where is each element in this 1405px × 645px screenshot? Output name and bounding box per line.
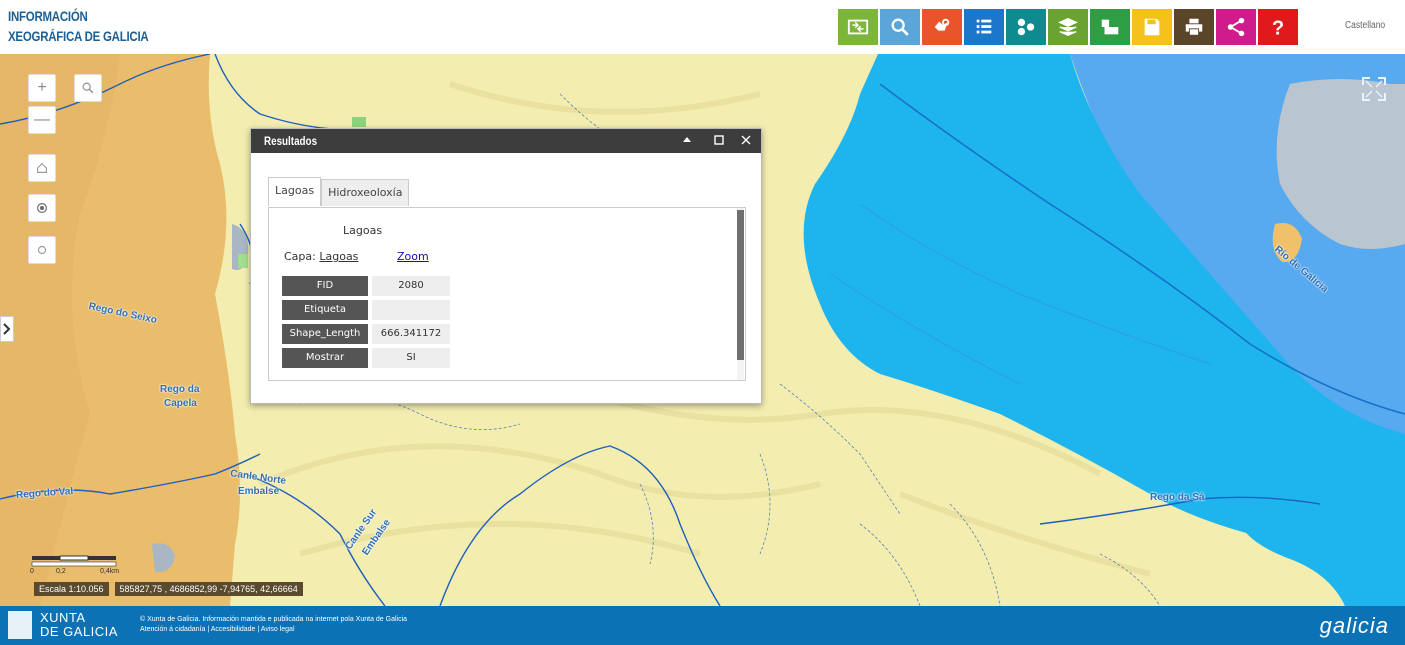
- search-button[interactable]: [880, 9, 920, 45]
- scale-info: Escala 1:10.056 585827,75 , 4686852,99 -…: [34, 582, 303, 596]
- attribute-value: 666.341172: [372, 324, 450, 344]
- footer-info-line1: © Xunta de Galicia. Información mantida …: [140, 616, 408, 623]
- scale-text: Escala 1:10.056: [34, 582, 109, 596]
- svg-text:?: ?: [1272, 17, 1284, 38]
- share-button[interactable]: [1216, 9, 1256, 45]
- capa-link[interactable]: Lagoas: [319, 250, 358, 263]
- map-label-rego-sa: Rego da Sá: [1150, 492, 1205, 503]
- zoom-box-button[interactable]: [74, 74, 102, 102]
- zoom-out-button[interactable]: —: [28, 106, 56, 134]
- zoom-link[interactable]: Zoom: [397, 250, 429, 263]
- magnifier-icon: [82, 82, 94, 94]
- layer-row: Capa: Lagoas: [284, 250, 358, 263]
- footer-links[interactable]: Atención á cidadanía | Accesibilidade | …: [140, 625, 407, 635]
- scale-bar: 0 0,2 0,4km: [30, 554, 122, 584]
- info-button[interactable]: [922, 9, 962, 45]
- logo-line1: INFORMACIÓN: [8, 8, 88, 24]
- footer: XUNTA DE GALICIA © Xunta de Galicia. Inf…: [0, 606, 1405, 645]
- results-dialog: Resultados Lagoas Hidroxeoloxía Lagoas C…: [250, 128, 762, 404]
- xunta-brand[interactable]: XUNTA DE GALICIA: [40, 611, 118, 639]
- results-content: Lagoas Capa: Lagoas Zoom FID 2080 Etique…: [269, 208, 737, 380]
- footer-info: © Xunta de Galicia. Información mantida …: [140, 615, 407, 635]
- logo-line2: XEOGRÁFICA DE GALICIA: [8, 28, 149, 44]
- attribute-row: Shape_Length 666.341172: [282, 324, 450, 344]
- home-icon: [37, 162, 47, 173]
- hand-info-icon: [934, 18, 950, 31]
- tab-hidroxeoloxia[interactable]: Hidroxeoloxía: [321, 179, 410, 206]
- fullscreen-button[interactable]: [1361, 76, 1387, 102]
- collapse-button[interactable]: [679, 133, 695, 149]
- maximize-icon: [714, 135, 724, 145]
- map-label-rego-capela-2: Capela: [164, 398, 197, 409]
- circle-tool-button[interactable]: [28, 236, 56, 264]
- circle-icon: [37, 245, 47, 255]
- map-pin-layers-icon: [1101, 19, 1119, 35]
- save-button[interactable]: [1132, 9, 1172, 45]
- toolbar: ?: [838, 9, 1300, 45]
- close-button[interactable]: [738, 133, 754, 149]
- attribute-key: Mostrar: [282, 348, 368, 368]
- share-icon: [1227, 17, 1245, 37]
- tab-lagoas[interactable]: Lagoas: [268, 177, 322, 206]
- target-icon: [37, 203, 47, 213]
- locate-button[interactable]: [28, 194, 56, 222]
- swap-map-icon: [847, 19, 869, 35]
- dialog-header[interactable]: Resultados: [251, 129, 761, 153]
- header: INFORMACIÓN XEOGRÁFICA DE GALICIA ? Cast…: [0, 0, 1405, 54]
- add-layer-button[interactable]: [1090, 9, 1130, 45]
- zoom-in-button[interactable]: +: [28, 74, 56, 102]
- help-icon: ?: [1272, 17, 1284, 38]
- attribute-row: FID 2080: [282, 276, 450, 296]
- attribute-value: SI: [372, 348, 450, 368]
- chevron-right-icon: [3, 323, 11, 335]
- search-icon: [891, 18, 909, 36]
- layers-button[interactable]: [1048, 9, 1088, 45]
- sidebar-toggle-button[interactable]: [0, 316, 14, 342]
- print-button[interactable]: [1174, 9, 1214, 45]
- scale-tick-0: 0: [30, 568, 34, 575]
- share-nodes-icon: [1017, 18, 1035, 36]
- map-label-rego-capela-1: Rego da: [160, 384, 200, 395]
- galicia-brand[interactable]: galicia: [1320, 613, 1389, 639]
- help-button[interactable]: ?: [1258, 9, 1298, 45]
- attribute-key: Shape_Length: [282, 324, 368, 344]
- save-icon: [1144, 18, 1160, 36]
- site-logo[interactable]: INFORMACIÓN XEOGRÁFICA DE GALICIA: [8, 6, 149, 46]
- attribute-value: 2080: [372, 276, 450, 296]
- home-button[interactable]: [28, 154, 56, 182]
- list-icon: [976, 19, 992, 34]
- map-label-canle-norte-2: Embalse: [238, 486, 280, 497]
- attribute-key: Etiqueta: [282, 300, 368, 320]
- attribute-row: Etiqueta: [282, 300, 450, 320]
- layers-icon: [1058, 17, 1078, 37]
- xunta-logo-icon: [8, 611, 32, 639]
- layer-title: Lagoas: [343, 224, 383, 237]
- fullscreen-icon: [1362, 77, 1386, 101]
- maximize-button[interactable]: [711, 133, 727, 149]
- language-selector[interactable]: Castellano: [1345, 20, 1385, 31]
- close-icon: [741, 135, 751, 145]
- dialog-title: Resultados: [264, 134, 318, 148]
- attribute-row: Mostrar SI: [282, 348, 450, 368]
- scrollbar-thumb[interactable]: [737, 210, 744, 360]
- attribute-key: FID: [282, 276, 368, 296]
- legend-button[interactable]: [964, 9, 1004, 45]
- capa-label: Capa:: [284, 250, 316, 263]
- xunta-line2: DE GALICIA: [40, 624, 118, 639]
- coordinates-text: 585827,75 , 4686852,99 -7,94765, 42,6666…: [114, 582, 303, 596]
- print-icon: [1185, 18, 1203, 36]
- attribute-value: [372, 300, 450, 320]
- xunta-line1: XUNTA: [40, 610, 86, 625]
- triangle-up-icon: [683, 137, 691, 142]
- scale-tick-2: 0,4km: [100, 568, 120, 575]
- results-tabs: Lagoas Hidroxeoloxía: [268, 177, 410, 206]
- swap-map-button[interactable]: [838, 9, 878, 45]
- scale-tick-1: 0,2: [56, 568, 66, 575]
- network-button[interactable]: [1006, 9, 1046, 45]
- results-panel: Lagoas Capa: Lagoas Zoom FID 2080 Etique…: [268, 207, 746, 381]
